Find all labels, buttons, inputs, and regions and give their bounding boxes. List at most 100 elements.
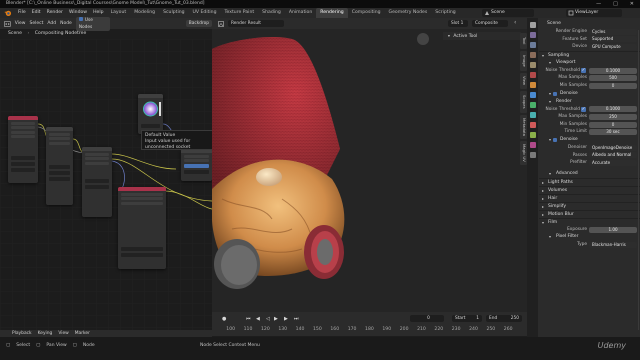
- particles-tab-icon[interactable]: [529, 102, 536, 108]
- r-noise-threshold-field[interactable]: 0.1000: [589, 106, 637, 113]
- tab-animation[interactable]: Animation: [285, 8, 316, 18]
- data-tab-icon[interactable]: [529, 132, 536, 138]
- node-menu-view[interactable]: View: [15, 21, 26, 26]
- prev-key-icon[interactable]: ◀: [256, 316, 260, 322]
- menu-file[interactable]: File: [15, 8, 29, 18]
- menu-marker[interactable]: Marker: [75, 330, 90, 337]
- node-alpha-over[interactable]: [118, 187, 166, 269]
- close-button[interactable]: ✕: [630, 0, 634, 8]
- r-min-samples-field[interactable]: 0: [589, 121, 637, 128]
- section-motion-blur[interactable]: Motion Blur: [539, 209, 640, 219]
- section-simplify[interactable]: Simplify: [539, 201, 640, 211]
- node-denoise[interactable]: [46, 127, 73, 205]
- breadcrumb-nodetree[interactable]: Compositing Nodetree: [35, 31, 87, 36]
- node-menu-node[interactable]: Node: [60, 21, 72, 26]
- sidebar-tab-view[interactable]: View: [520, 73, 527, 89]
- node-render-layers[interactable]: [8, 116, 38, 183]
- play-icon[interactable]: ▶: [274, 316, 278, 322]
- tab-texture-paint[interactable]: Texture Paint: [221, 8, 259, 18]
- menu-keying[interactable]: Keying: [38, 330, 53, 337]
- subsection-pixel-filter[interactable]: Pixel Filter: [539, 233, 640, 241]
- render-tab-icon[interactable]: [529, 32, 536, 38]
- vp-noise-threshold-checkbox[interactable]: [581, 67, 586, 74]
- view-layer-tab-icon[interactable]: [529, 52, 536, 58]
- use-nodes-checkbox[interactable]: [78, 17, 83, 21]
- device-dropdown[interactable]: GPU Compute: [589, 43, 637, 50]
- section-sampling[interactable]: Sampling: [539, 50, 640, 60]
- view-navigate-icon[interactable]: [417, 33, 429, 45]
- sidebar-toggle-icon[interactable]: ‹: [514, 19, 516, 26]
- jump-start-icon[interactable]: ⏮: [246, 316, 251, 322]
- maximize-button[interactable]: □: [613, 0, 618, 8]
- tab-sculpting[interactable]: Sculpting: [159, 8, 188, 18]
- vp-denoise-checkbox[interactable]: [553, 91, 557, 96]
- node-menu-select[interactable]: Select: [29, 21, 43, 26]
- section-light-paths[interactable]: Light Paths: [539, 177, 640, 187]
- object-tab-icon[interactable]: [529, 82, 536, 88]
- pass-selector[interactable]: Composite: [472, 20, 508, 27]
- render-viewport[interactable]: ▾ Active Tool Tool Image View Scopes Met…: [212, 29, 527, 312]
- section-volumes[interactable]: Volumes: [539, 185, 640, 195]
- node-menu-add[interactable]: Add: [47, 21, 56, 26]
- image-icon[interactable]: [218, 20, 224, 27]
- timeline-ruler[interactable]: 100 110 120 130 140 150 160 170 180 190 …: [212, 325, 527, 335]
- node-canvas[interactable]: Default Value Input value used for uncon…: [0, 39, 213, 330]
- blender-logo-icon[interactable]: [4, 9, 12, 17]
- subsection-viewport[interactable]: Viewport: [539, 59, 640, 67]
- editor-type-icon[interactable]: [4, 20, 11, 27]
- vp-max-samples-field[interactable]: 500: [589, 75, 637, 82]
- subsection-r-denoise[interactable]: Denoise: [539, 136, 640, 144]
- tab-geometry-nodes[interactable]: Geometry Nodes: [385, 8, 432, 18]
- output-tab-icon[interactable]: [529, 42, 536, 48]
- color-wheel-icon[interactable]: [138, 98, 163, 120]
- section-hair[interactable]: Hair: [539, 193, 640, 203]
- scene-tab-icon[interactable]: [529, 62, 536, 68]
- r-time-limit-field[interactable]: 30 sec: [589, 129, 637, 136]
- node-mix[interactable]: [82, 147, 112, 217]
- r-max-samples-field[interactable]: 250: [589, 113, 637, 120]
- backdrop-button[interactable]: Backdrop: [185, 20, 212, 27]
- filter-type-dropdown[interactable]: Blackman-Harris: [589, 242, 637, 249]
- slot-selector[interactable]: Slot 1: [448, 20, 468, 27]
- play-reverse-icon[interactable]: ◁: [266, 316, 270, 322]
- r-noise-threshold-checkbox[interactable]: [581, 106, 586, 113]
- node-rgb[interactable]: [138, 94, 163, 134]
- breadcrumb-scene[interactable]: Scene: [8, 31, 22, 36]
- menu-render[interactable]: Render: [44, 8, 66, 18]
- image-selector[interactable]: Render Result: [228, 20, 284, 27]
- tab-compositing[interactable]: Compositing: [348, 8, 385, 18]
- menu-view[interactable]: View: [58, 330, 68, 337]
- physics-tab-icon[interactable]: [529, 112, 536, 118]
- tool-tab-icon[interactable]: [529, 22, 536, 28]
- start-frame-field[interactable]: Start 1: [452, 315, 482, 322]
- tab-shading[interactable]: Shading: [258, 8, 285, 18]
- r-denoise-checkbox[interactable]: [553, 137, 557, 142]
- menu-playback[interactable]: Playback: [12, 330, 32, 337]
- properties-scrollbar[interactable]: [637, 30, 639, 330]
- scene-selector[interactable]: Scene: [482, 9, 534, 17]
- world-tab-icon[interactable]: [529, 72, 536, 78]
- feature-set-dropdown[interactable]: Supported: [589, 36, 637, 43]
- jump-end-icon[interactable]: ⏭: [294, 316, 299, 322]
- next-key-icon[interactable]: ▶: [284, 316, 288, 322]
- constraints-tab-icon[interactable]: [529, 122, 536, 128]
- current-frame-field[interactable]: 0: [410, 315, 444, 322]
- tab-scripting[interactable]: Scripting: [431, 8, 459, 18]
- tab-modeling[interactable]: Modeling: [130, 8, 159, 18]
- node-composite[interactable]: [181, 149, 212, 181]
- exposure-field[interactable]: 1.00: [589, 226, 637, 233]
- sidebar-tab-metadata[interactable]: Metadata: [520, 115, 527, 139]
- passes-dropdown[interactable]: Albedo and Normal: [589, 152, 637, 159]
- vp-noise-threshold-field[interactable]: 0.1000: [589, 67, 637, 74]
- keyframe-toggle-icon[interactable]: ●: [222, 316, 226, 322]
- minimize-button[interactable]: —: [596, 0, 601, 8]
- end-frame-field[interactable]: End 250: [486, 315, 522, 322]
- prefilter-dropdown[interactable]: Accurate: [589, 159, 637, 166]
- subsection-advanced[interactable]: Advanced: [539, 170, 640, 178]
- subsection-render[interactable]: Render: [539, 98, 640, 106]
- denoiser-dropdown[interactable]: OpenImageDenoise: [589, 144, 637, 151]
- tab-rendering[interactable]: Rendering: [316, 8, 348, 18]
- menu-edit[interactable]: Edit: [29, 8, 44, 18]
- render-engine-dropdown[interactable]: Cycles: [589, 28, 637, 35]
- material-tab-icon[interactable]: [529, 142, 536, 148]
